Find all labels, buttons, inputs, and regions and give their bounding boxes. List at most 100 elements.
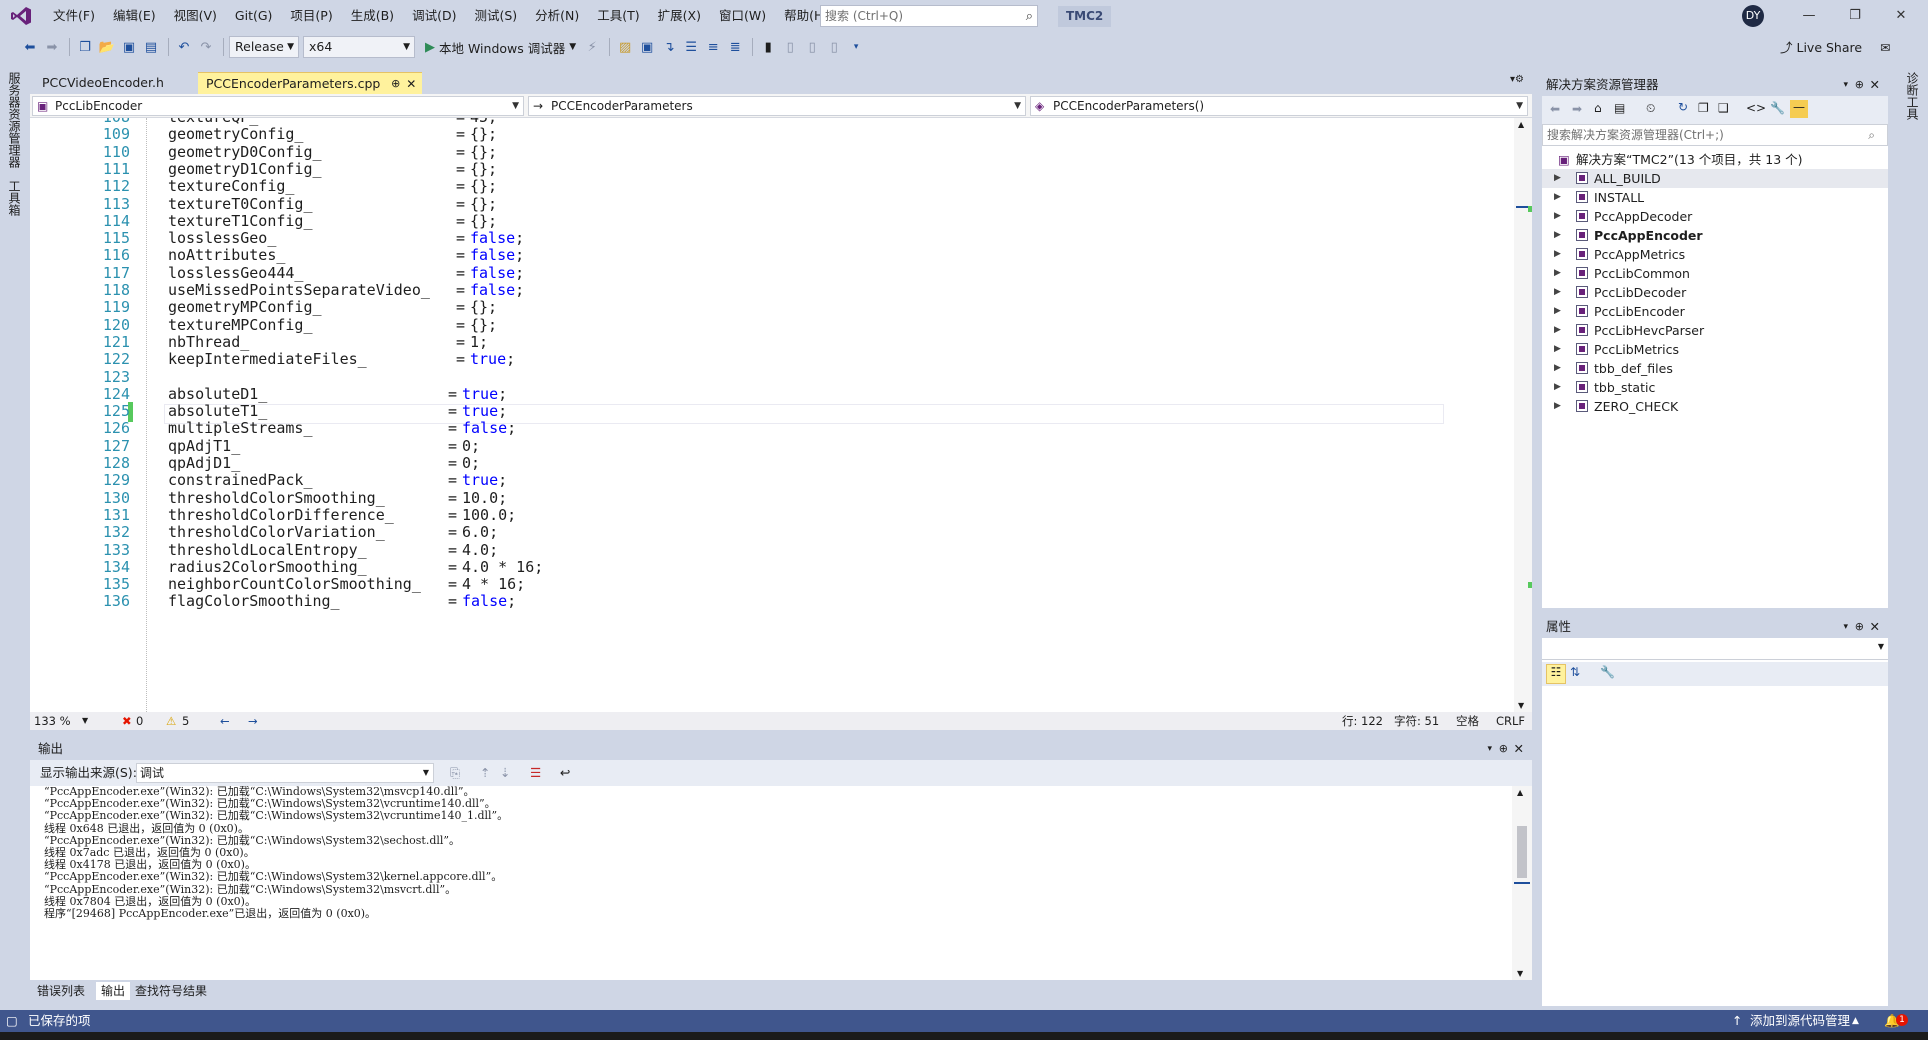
- collapse-all-icon[interactable]: ❐: [1698, 101, 1709, 115]
- warning-count[interactable]: 5: [182, 712, 189, 730]
- line-ending[interactable]: CRLF: [1496, 712, 1525, 730]
- forward-icon[interactable]: ➡: [1572, 102, 1582, 116]
- zoom-dropdown[interactable]: 133 %: [34, 712, 71, 730]
- close-panel-icon[interactable]: ✕: [1514, 738, 1524, 760]
- menu-item[interactable]: 分析(N): [526, 0, 588, 32]
- new-project-icon[interactable]: ❐: [75, 37, 95, 57]
- project-item[interactable]: ▶ PccLibHevcParser: [1542, 321, 1888, 340]
- refresh-icon[interactable]: ↻: [1678, 100, 1688, 114]
- expand-icon[interactable]: ▶: [1554, 283, 1561, 302]
- error-count[interactable]: 0: [136, 712, 143, 730]
- scroll-up-icon[interactable]: ▲: [1518, 120, 1524, 129]
- find-message-icon[interactable]: ⎘: [450, 760, 460, 786]
- project-item[interactable]: ▶ PccLibCommon: [1542, 264, 1888, 283]
- project-item[interactable]: ▶ ZERO_CHECK: [1542, 397, 1888, 416]
- comment-icon[interactable]: ≡: [703, 37, 723, 57]
- next-bookmark-icon[interactable]: ▯: [802, 37, 822, 57]
- home-icon[interactable]: ⌂: [1594, 101, 1602, 115]
- forward-icon[interactable]: ➡: [42, 37, 62, 57]
- nav-back-icon[interactable]: ←: [220, 712, 230, 730]
- pending-changes-icon[interactable]: ⏲: [1646, 101, 1655, 116]
- add-to-source-control-button[interactable]: 添加到源代码管理: [1750, 1010, 1850, 1032]
- start-debugging-button[interactable]: ▶ 本地 Windows 调试器 ▼: [425, 38, 576, 57]
- next-message-icon[interactable]: ⇣: [500, 760, 510, 786]
- expand-icon[interactable]: ▶: [1554, 169, 1561, 188]
- tab-output[interactable]: 输出: [96, 982, 131, 1000]
- menu-item[interactable]: 文件(F): [44, 0, 104, 32]
- project-item[interactable]: ▶ PccAppMetrics: [1542, 245, 1888, 264]
- member-dropdown[interactable]: ◈ PCCEncoderParameters() ▼: [1030, 96, 1528, 116]
- word-wrap-icon[interactable]: ↩: [560, 760, 570, 786]
- menu-item[interactable]: Git(G): [226, 0, 282, 32]
- scroll-up-icon[interactable]: ▲: [1517, 788, 1523, 797]
- expand-icon[interactable]: ▶: [1554, 397, 1561, 416]
- editor-vertical-scrollbar[interactable]: ▲ ▼: [1514, 118, 1532, 712]
- close-panel-icon[interactable]: ✕: [1870, 74, 1880, 96]
- expand-icon[interactable]: ▶: [1554, 207, 1561, 226]
- project-item[interactable]: ▶ INSTALL: [1542, 188, 1888, 207]
- format-icon[interactable]: ☰: [681, 37, 701, 57]
- panel-options-icon[interactable]: ▾: [1843, 74, 1848, 96]
- avatar[interactable]: DY: [1742, 5, 1764, 27]
- show-all-files-icon[interactable]: ❑: [1718, 101, 1729, 115]
- pin-icon[interactable]: ⊕: [391, 73, 400, 95]
- close-tab-icon[interactable]: ✕: [406, 73, 416, 95]
- project-item[interactable]: ▶ PccAppEncoder: [1542, 226, 1888, 245]
- project-item[interactable]: ▶ PccLibMetrics: [1542, 340, 1888, 359]
- pin-icon[interactable]: ⊕: [1499, 738, 1508, 760]
- expand-icon[interactable]: ▶: [1554, 245, 1561, 264]
- panel-options-icon[interactable]: ▾: [1843, 616, 1848, 638]
- menu-item[interactable]: 工具(T): [588, 0, 648, 32]
- menu-item[interactable]: 项目(P): [281, 0, 341, 32]
- maximize-icon[interactable]: ❐: [1832, 0, 1878, 32]
- expand-icon[interactable]: ▶: [1554, 359, 1561, 378]
- alphabetical-icon[interactable]: ⇅: [1570, 665, 1580, 679]
- switch-views-icon[interactable]: ▤: [1614, 101, 1625, 115]
- expand-icon[interactable]: ▶: [1554, 188, 1561, 207]
- output-source-dropdown[interactable]: 调试 ▼: [136, 763, 434, 783]
- open-folder-icon[interactable]: 📂: [97, 37, 117, 57]
- minimize-icon[interactable]: —: [1786, 0, 1832, 32]
- indent-mode[interactable]: 空格: [1456, 712, 1479, 730]
- expand-icon[interactable]: ▶: [1554, 340, 1561, 359]
- properties-object-dropdown[interactable]: ▼: [1542, 638, 1888, 660]
- menu-item[interactable]: 调试(D): [403, 0, 465, 32]
- close-icon[interactable]: ✕: [1878, 0, 1924, 32]
- configuration-dropdown[interactable]: Release ▼: [229, 36, 299, 58]
- screenshot-icon[interactable]: ▣: [637, 37, 657, 57]
- tab-pccencoderparameters-cpp[interactable]: PCCEncoderParameters.cpp ⊕ ✕: [198, 72, 423, 95]
- platform-dropdown[interactable]: x64 ▼: [303, 36, 415, 58]
- expand-icon[interactable]: ▶: [1554, 264, 1561, 283]
- expand-icon[interactable]: ▶: [1554, 378, 1561, 397]
- live-share-button[interactable]: ⤴ Live Share ✉: [1780, 37, 1891, 56]
- expand-icon[interactable]: ▶: [1554, 302, 1561, 321]
- save-icon[interactable]: ▣: [119, 37, 139, 57]
- property-pages-icon[interactable]: 🔧: [1600, 665, 1615, 679]
- hot-reload-icon[interactable]: ⚡: [582, 37, 602, 57]
- toolbox-tab[interactable]: 工具箱: [6, 180, 23, 216]
- tab-find-symbol-results[interactable]: 查找符号结果: [130, 982, 212, 1000]
- clear-all-icon[interactable]: ☰: [530, 760, 541, 786]
- scroll-down-icon[interactable]: ▼: [1518, 701, 1524, 710]
- solution-explorer-search-input[interactable]: 搜索解决方案资源管理器(Ctrl+;) ⌕: [1542, 124, 1888, 146]
- preview-selected-icon[interactable]: —: [1790, 100, 1808, 118]
- feedback-icon[interactable]: ✉: [1880, 40, 1890, 55]
- browse-icon[interactable]: ▨: [615, 37, 635, 57]
- project-item[interactable]: ▶ PccAppDecoder: [1542, 207, 1888, 226]
- properties-icon[interactable]: 🔧: [1770, 101, 1785, 115]
- menu-item[interactable]: 扩展(X): [649, 0, 710, 32]
- output-vertical-scrollbar[interactable]: ▲ ▼: [1512, 786, 1532, 980]
- solution-root[interactable]: ▣ 解决方案“TMC2”(13 个项目，共 13 个): [1542, 150, 1888, 169]
- view-code-icon[interactable]: <>: [1746, 101, 1766, 115]
- project-item[interactable]: ▶ tbb_static: [1542, 378, 1888, 397]
- clear-bookmarks-icon[interactable]: ▯: [824, 37, 844, 57]
- menu-item[interactable]: 窗口(W): [710, 0, 775, 32]
- code-editor[interactable]: 108textureQP_=45;109geometryConfig_={};1…: [30, 118, 1532, 712]
- redo-icon[interactable]: ↷: [196, 37, 216, 57]
- search-input[interactable]: 搜索 (Ctrl+Q) ⌕: [820, 5, 1038, 27]
- project-item[interactable]: ▶ ALL_BUILD: [1542, 169, 1888, 188]
- prev-bookmark-icon[interactable]: ▯: [780, 37, 800, 57]
- toolbar-overflow-icon[interactable]: ▾: [846, 37, 866, 57]
- diagnostic-tools-tab[interactable]: 诊断工具: [1904, 72, 1921, 120]
- output-text-area[interactable]: “PccAppEncoder.exe”(Win32): 已加载“C:\Windo…: [30, 786, 1532, 980]
